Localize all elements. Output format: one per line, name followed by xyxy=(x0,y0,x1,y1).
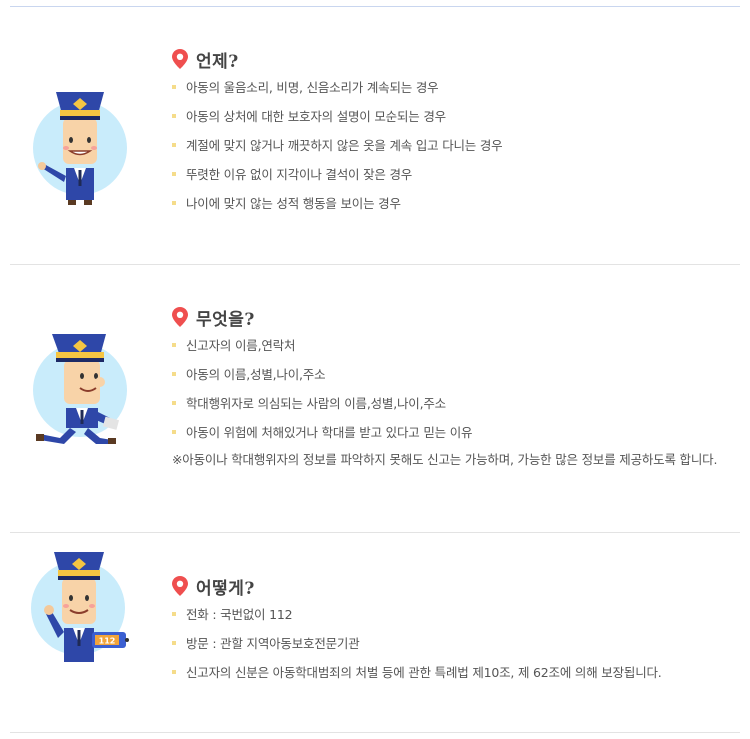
list-item: 아동이 위험에 처해있거나 학대를 받고 있다고 믿는 이유 xyxy=(172,424,744,453)
running-police-officer-icon xyxy=(30,330,130,450)
section-when: 언제? 아동의 울음소리, 비명, 신음소리가 계속되는 경우 아동의 상처에 … xyxy=(0,0,750,264)
pointing-police-officer-icon xyxy=(30,88,130,208)
list-item: 계절에 맞지 않거나 깨끗하지 않은 옷을 계속 입고 다니는 경우 xyxy=(172,137,744,166)
list-item: 전화 : 국번없이 112 xyxy=(172,606,744,635)
criteria-list: 아동의 울음소리, 비명, 신음소리가 계속되는 경우 아동의 상처에 대한 보… xyxy=(172,79,744,224)
section-divider xyxy=(10,732,740,733)
list-item: 신고자의 신분은 아동학대범죄의 처벌 등에 관한 특례법 제10조, 제 62… xyxy=(172,664,744,693)
phone-screen-label: 112 xyxy=(99,637,116,646)
list-item: 나이에 맞지 않는 성적 행동을 보이는 경우 xyxy=(172,195,744,224)
list-item: 아동의 이름,성별,나이,주소 xyxy=(172,366,744,395)
list-item: 학대행위자로 의심되는 사람의 이름,성별,나이,주소 xyxy=(172,395,744,424)
location-pin-icon xyxy=(172,49,188,69)
info-list: 신고자의 이름,연락처 아동의 이름,성별,나이,주소 학대행위자로 의심되는 … xyxy=(172,337,744,453)
location-pin-icon xyxy=(172,307,188,327)
section-how: 112 어떻게? 전화 : 국번없이 112 방문 : 관할 지역아동보호전문기… xyxy=(0,532,750,732)
section-what: 무엇을? 신고자의 이름,연락처 아동의 이름,성별,나이,주소 학대행위자로 … xyxy=(0,264,750,532)
list-item: 방문 : 관할 지역아동보호전문기관 xyxy=(172,635,744,664)
section-title: 무엇을? xyxy=(196,309,255,330)
list-item: 신고자의 이름,연락처 xyxy=(172,337,744,366)
phone-police-officer-icon: 112 xyxy=(30,548,135,668)
section-title: 어떻게? xyxy=(196,578,255,599)
method-list: 전화 : 국번없이 112 방문 : 관할 지역아동보호전문기관 신고자의 신분… xyxy=(172,606,744,693)
section-title: 언제? xyxy=(196,51,239,72)
list-item: 아동의 상처에 대한 보호자의 설명이 모순되는 경우 xyxy=(172,108,744,137)
location-pin-icon xyxy=(172,576,188,596)
list-item: 뚜렷한 이유 없이 지각이나 결석이 잦은 경우 xyxy=(172,166,744,195)
list-item: 아동의 울음소리, 비명, 신음소리가 계속되는 경우 xyxy=(172,79,744,108)
